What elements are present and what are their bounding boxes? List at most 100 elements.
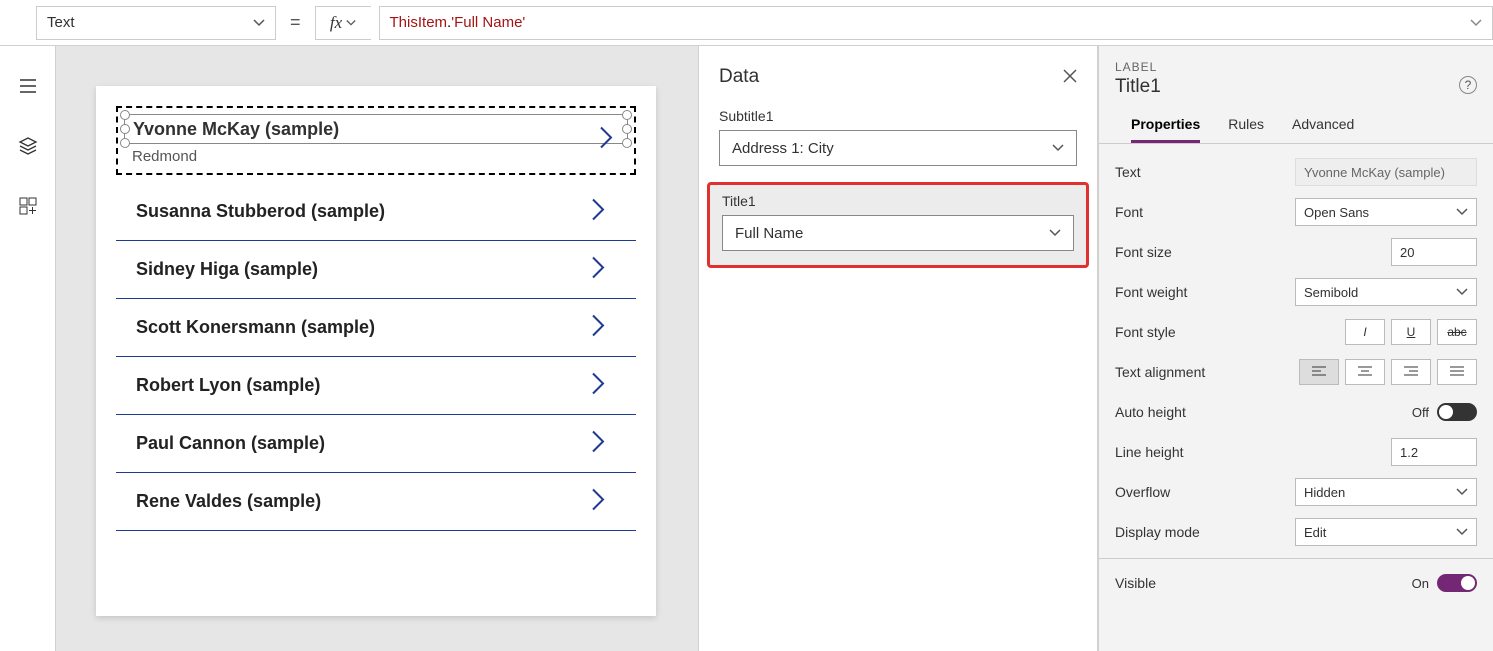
resize-handle[interactable] <box>622 138 632 148</box>
help-icon[interactable]: ? <box>1459 76 1477 94</box>
resize-handle[interactable] <box>120 110 130 120</box>
prop-row-textalign: Text alignment <box>1115 352 1477 392</box>
hamburger-icon[interactable] <box>18 76 38 96</box>
formula-bar: Text = fx ThisItem.'Full Name' <box>0 0 1493 46</box>
control-kind-label: LABEL <box>1115 60 1477 74</box>
chevron-right-icon[interactable] <box>590 196 606 227</box>
selected-title-control[interactable]: Yvonne McKay (sample) <box>124 114 628 144</box>
prop-label: Line height <box>1115 444 1184 460</box>
prop-label: Font size <box>1115 244 1172 260</box>
property-selector-text: Text <box>47 14 75 31</box>
subtitle1-label: Subtitle1 <box>719 108 1077 124</box>
item-title: Scott Konersmann (sample) <box>136 317 375 337</box>
formula-input[interactable]: ThisItem.'Full Name' <box>379 6 1493 40</box>
chevron-down-icon <box>1456 526 1468 538</box>
autoheight-toggle[interactable] <box>1437 403 1477 421</box>
gallery-item[interactable]: Scott Konersmann (sample) <box>116 299 636 357</box>
gallery-item[interactable]: Susanna Stubberod (sample) <box>116 183 636 241</box>
font-size-input[interactable]: 20 <box>1391 238 1477 266</box>
equals-sign: = <box>284 12 307 33</box>
align-left-button[interactable] <box>1299 359 1339 385</box>
align-center-button[interactable] <box>1345 359 1385 385</box>
gallery-item[interactable]: Rene Valdes (sample) <box>116 473 636 531</box>
chevron-down-icon <box>253 17 265 29</box>
resize-handle[interactable] <box>120 124 130 134</box>
title1-select[interactable]: Full Name <box>722 215 1074 251</box>
prop-row-visible: Visible On <box>1115 563 1477 603</box>
prop-row-overflow: Overflow Hidden <box>1115 472 1477 512</box>
item-title: Sidney Higa (sample) <box>136 259 318 279</box>
gallery-item-selected[interactable]: Yvonne McKay (sample) Redmond <box>116 106 636 175</box>
prop-label: Auto height <box>1115 404 1186 420</box>
property-selector[interactable]: Text <box>36 6 276 40</box>
tab-rules[interactable]: Rules <box>1228 116 1264 143</box>
properties-panel: LABEL Title1 ? Properties Rules Advanced… <box>1098 46 1493 651</box>
display-mode-select[interactable]: Edit <box>1295 518 1477 546</box>
tab-advanced[interactable]: Advanced <box>1292 116 1354 143</box>
font-select[interactable]: Open Sans <box>1295 198 1477 226</box>
app-preview: Yvonne McKay (sample) Redmond Susanna St… <box>96 86 656 616</box>
gallery-item[interactable]: Robert Lyon (sample) <box>116 357 636 415</box>
chevron-right-icon[interactable] <box>590 312 606 343</box>
tab-properties[interactable]: Properties <box>1131 116 1200 143</box>
title-label: Yvonne McKay (sample) <box>133 119 339 140</box>
autoheight-state: Off <box>1412 405 1429 420</box>
close-icon[interactable] <box>1063 67 1077 88</box>
prop-row-text: Text Yvonne McKay (sample) <box>1115 152 1477 192</box>
prop-label: Font weight <box>1115 284 1187 300</box>
subtitle-label: Redmond <box>124 144 628 167</box>
title1-label: Title1 <box>722 193 1074 209</box>
line-height-input[interactable]: 1.2 <box>1391 438 1477 466</box>
title1-field-block: Title1 Full Name <box>707 182 1089 268</box>
fx-button[interactable]: fx <box>315 6 371 40</box>
chevron-right-icon[interactable] <box>590 370 606 401</box>
prop-row-fontweight: Font weight Semibold <box>1115 272 1477 312</box>
underline-button[interactable]: U <box>1391 319 1431 345</box>
title1-value: Full Name <box>735 225 803 242</box>
chevron-down-icon <box>1049 227 1061 239</box>
formula-text: ThisItem.'Full Name' <box>390 14 526 31</box>
control-name-label: Title1 <box>1115 76 1477 98</box>
align-right-button[interactable] <box>1391 359 1431 385</box>
gallery-item[interactable]: Paul Cannon (sample) <box>116 415 636 473</box>
chevron-right-icon[interactable] <box>590 486 606 517</box>
left-nav-rail <box>0 46 56 651</box>
item-title: Paul Cannon (sample) <box>136 433 325 453</box>
item-title: Susanna Stubberod (sample) <box>136 201 385 221</box>
chevron-right-icon[interactable] <box>590 254 606 285</box>
strikethrough-button[interactable]: abc <box>1437 319 1477 345</box>
resize-handle[interactable] <box>120 138 130 148</box>
visible-state: On <box>1412 576 1429 591</box>
chevron-right-icon[interactable] <box>598 124 614 157</box>
italic-button[interactable]: I <box>1345 319 1385 345</box>
resize-handle[interactable] <box>622 110 632 120</box>
prop-row-fontsize: Font size 20 <box>1115 232 1477 272</box>
chevron-down-icon <box>1456 486 1468 498</box>
insert-icon[interactable] <box>18 196 38 216</box>
prop-row-font: Font Open Sans <box>1115 192 1477 232</box>
chevron-down-icon <box>346 18 356 28</box>
chevron-down-icon <box>1456 286 1468 298</box>
resize-handle[interactable] <box>622 124 632 134</box>
item-title: Robert Lyon (sample) <box>136 375 320 395</box>
text-value-box[interactable]: Yvonne McKay (sample) <box>1295 158 1477 186</box>
prop-label: Font <box>1115 204 1143 220</box>
subtitle1-select[interactable]: Address 1: City <box>719 130 1077 166</box>
prop-label: Text alignment <box>1115 364 1205 380</box>
data-panel: Data Subtitle1 Address 1: City Title1 Fu… <box>698 46 1098 651</box>
prop-row-autoheight: Auto height Off <box>1115 392 1477 432</box>
layers-icon[interactable] <box>18 136 38 156</box>
chevron-down-icon <box>1052 142 1064 154</box>
chevron-right-icon[interactable] <box>590 428 606 459</box>
overflow-select[interactable]: Hidden <box>1295 478 1477 506</box>
item-title: Rene Valdes (sample) <box>136 491 321 511</box>
align-justify-button[interactable] <box>1437 359 1477 385</box>
chevron-down-icon <box>1456 206 1468 218</box>
subtitle1-field-block: Subtitle1 Address 1: City <box>699 98 1097 176</box>
prop-label: Visible <box>1115 575 1156 591</box>
font-weight-select[interactable]: Semibold <box>1295 278 1477 306</box>
chevron-down-icon <box>1470 17 1482 29</box>
gallery-item[interactable]: Sidney Higa (sample) <box>116 241 636 299</box>
visible-toggle[interactable] <box>1437 574 1477 592</box>
subtitle1-value: Address 1: City <box>732 140 834 157</box>
